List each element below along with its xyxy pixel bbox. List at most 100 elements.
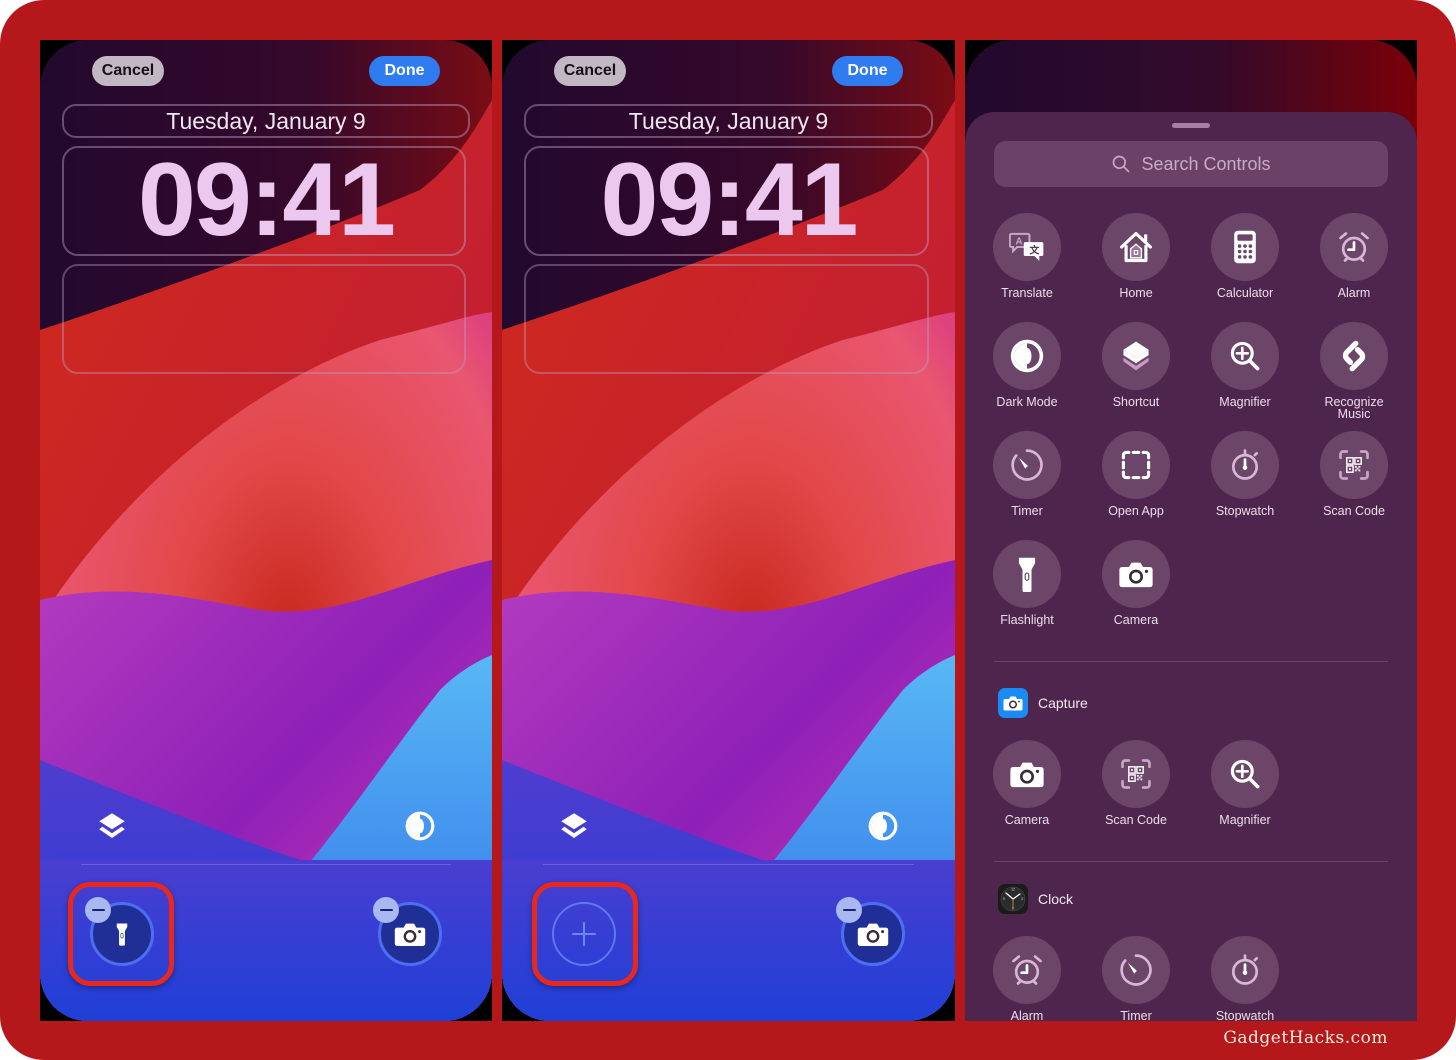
control-label: Recognize Music [1324,395,1384,421]
plus-icon [572,922,596,946]
control-circle [1320,431,1388,499]
scan-code-icon [1118,756,1154,792]
control-tile-flashlight[interactable]: Flashlight [977,540,1077,626]
date-widget[interactable]: Tuesday, January 9 [62,104,470,138]
control-tile-scan-code[interactable]: Scan Code [1304,431,1404,517]
timer-icon [1118,952,1154,988]
group-title: Clock [1038,891,1074,907]
controls-sheet: Search Controls Capture Clock Translate H… [965,112,1417,1021]
alarm-icon [1009,952,1045,988]
scan-code-icon [1336,447,1372,483]
lockscreen-editor-panel-1: Cancel Done Tuesday, January 9 09:41 [40,40,492,1021]
search-controls-field[interactable]: Search Controls [994,141,1388,187]
control-tile-camera[interactable]: Camera [1086,540,1186,626]
control-circle [1211,431,1279,499]
control-circle [993,431,1061,499]
control-circle [993,740,1061,808]
search-placeholder: Search Controls [1141,153,1271,174]
alarm-icon [1336,229,1372,265]
remove-control-button[interactable] [836,897,862,923]
control-label: Stopwatch [1215,504,1275,518]
widget-area[interactable] [524,264,929,374]
stopwatch-icon [1227,952,1263,988]
clock-app-icon [998,884,1028,914]
control-label: Home [1119,286,1153,300]
lockscreen-customize-view: Cancel Done Tuesday, January 9 09:41 [40,40,492,1021]
control-tile-stopwatch[interactable]: Stopwatch [1195,431,1295,517]
control-tile-recognize-music[interactable]: Recognize Music [1304,322,1404,420]
add-control-button[interactable] [552,902,616,966]
control-circle [1211,740,1279,808]
magnifier-icon [1227,338,1263,374]
control-label: Translate [1001,286,1053,300]
cancel-button[interactable]: Cancel [554,56,626,86]
control-tile-timer[interactable]: Timer [1086,936,1186,1021]
control-circle [1102,213,1170,281]
camera-icon [1118,560,1154,588]
control-label: Stopwatch [1215,1009,1275,1021]
clock-time: 09:41 [600,142,859,258]
flashlight-icon [1016,556,1038,592]
section-divider [994,861,1388,862]
remove-control-button[interactable] [85,897,111,923]
control-circle [1102,540,1170,608]
flashlight-icon [115,922,129,946]
camera-control[interactable] [836,897,905,966]
control-tile-magnifier[interactable]: Magnifier [1195,740,1295,826]
control-tile-magnifier[interactable]: Magnifier [1195,322,1295,408]
translate-icon [1009,229,1045,265]
date-widget[interactable]: Tuesday, January 9 [524,104,933,138]
dark-mode-icon [867,810,899,842]
dark-mode-icon [404,810,436,842]
camera-app-icon [998,688,1028,718]
control-circle [993,936,1061,1004]
done-button[interactable]: Done [369,56,440,86]
control-circle [1211,936,1279,1004]
calculator-icon [1227,229,1263,265]
control-tile-scan-code[interactable]: Scan Code [1086,740,1186,826]
control-circle [1211,322,1279,390]
shazam-icon [1336,338,1372,374]
control-tile-stopwatch[interactable]: Stopwatch [1195,936,1295,1021]
control-tile-alarm[interactable]: Alarm [977,936,1077,1021]
cancel-button[interactable]: Cancel [92,56,164,86]
watermark: GadgetHacks.com [1223,1028,1388,1048]
shortcut-icon [1118,338,1154,374]
control-circle [993,540,1061,608]
control-circle [1211,213,1279,281]
control-tile-open-app[interactable]: Open App [1086,431,1186,517]
control-circle [1320,213,1388,281]
control-tile-alarm[interactable]: Alarm [1304,213,1404,299]
controls-gallery-view: Search Controls Capture Clock Translate H… [965,40,1417,1021]
control-label: Camera [1113,613,1159,627]
control-label: Scan Code [1105,813,1167,827]
control-label: Dark Mode [996,395,1058,409]
lockscreen-customize-view: Cancel Done Tuesday, January 9 09:41 [502,40,955,1021]
flashlight-control[interactable] [85,897,154,966]
timer-icon [1009,447,1045,483]
open-app-icon [1118,447,1154,483]
control-label: Magnifier [1219,395,1271,409]
control-label: Scan Code [1323,504,1385,518]
control-tile-translate[interactable]: Translate [977,213,1077,299]
sheet-grabber[interactable] [1172,123,1210,128]
done-button[interactable]: Done [832,56,903,86]
group-header-clock: Clock [998,884,1073,914]
control-tile-timer[interactable]: Timer [977,431,1077,517]
remove-control-button[interactable] [373,897,399,923]
control-tile-shortcut[interactable]: Shortcut [1086,322,1186,408]
control-tile-dark-mode[interactable]: Dark Mode [977,322,1077,408]
widget-area[interactable] [62,264,466,374]
divider [81,864,451,865]
shortcut-layers-icon [96,810,128,842]
control-tile-calculator[interactable]: Calculator [1195,213,1295,299]
section-divider [994,661,1388,662]
control-label: Calculator [1216,286,1274,300]
control-tile-camera[interactable]: Camera [977,740,1077,826]
control-label: Alarm [1337,286,1371,300]
camera-icon [857,921,889,947]
camera-control[interactable] [373,897,442,966]
control-label: Shortcut [1112,395,1160,409]
control-tile-home[interactable]: Home [1086,213,1186,299]
control-circle [993,322,1061,390]
